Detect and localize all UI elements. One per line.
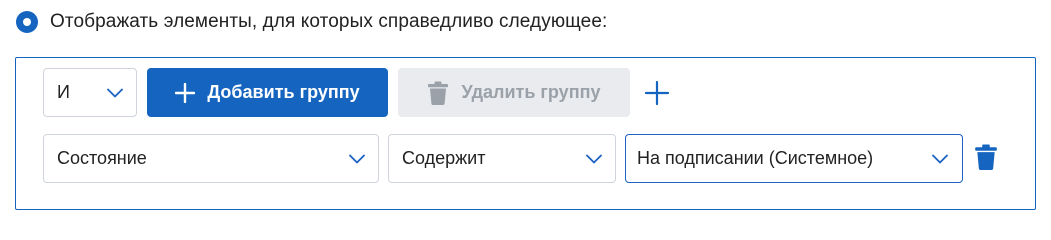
trash-icon bbox=[975, 144, 997, 170]
chevron-down-icon bbox=[586, 154, 602, 163]
add-condition-button[interactable] bbox=[644, 80, 670, 106]
condition-value-value: На подписании (Системное) bbox=[637, 148, 874, 168]
delete-condition-button[interactable] bbox=[974, 143, 998, 171]
condition-operator-select[interactable]: Содержит bbox=[388, 134, 616, 183]
condition-field-select[interactable]: Состояние bbox=[43, 134, 379, 183]
condition-operator-value: Содержит bbox=[402, 148, 486, 168]
chevron-down-icon bbox=[932, 154, 948, 163]
delete-group-label: Удалить группу bbox=[461, 82, 601, 102]
add-group-button[interactable]: Добавить группу bbox=[147, 68, 388, 117]
chevron-down-icon bbox=[107, 88, 123, 97]
chevron-down-icon bbox=[349, 154, 365, 163]
radio-selected-icon[interactable] bbox=[16, 11, 38, 33]
delete-group-button[interactable]: Удалить группу bbox=[398, 68, 630, 117]
condition-value-select[interactable]: На подписании (Системное) bbox=[625, 134, 963, 183]
group-operator-value: И bbox=[57, 82, 70, 102]
trash-icon bbox=[427, 81, 448, 105]
filter-mode-option[interactable]: Отображать элементы, для которых справед… bbox=[16, 11, 607, 33]
filter-mode-label: Отображать элементы, для которых справед… bbox=[50, 11, 608, 32]
condition-field-value: Состояние bbox=[57, 148, 147, 168]
plus-icon bbox=[645, 81, 669, 105]
add-group-label: Добавить группу bbox=[207, 82, 360, 102]
plus-icon bbox=[175, 82, 196, 103]
group-operator-select[interactable]: И bbox=[43, 68, 137, 117]
